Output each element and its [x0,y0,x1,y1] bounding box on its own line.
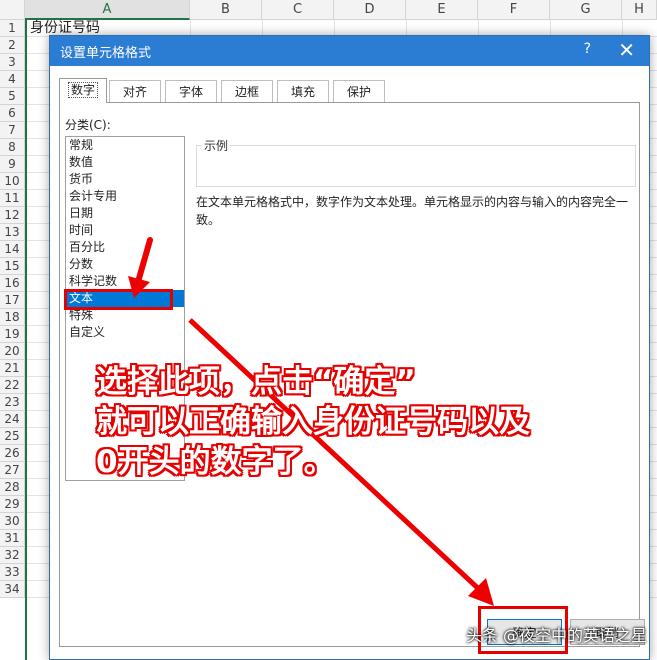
annotation-text: 选择此项，点击“确定” 就可以正确输入身份证号码以及 0开头的数字了。 [96,362,606,482]
annotation-line-3: 0开头的数字了。 [96,444,335,480]
arrow-to-text-category [128,237,153,298]
annotation-line-1: 选择此项，点击“确定” [96,364,416,400]
watermark: 头条 @夜空中的英语之星 [465,626,647,645]
annotation-line-2: 就可以正确输入身份证号码以及 [96,404,530,440]
tab-number[interactable]: 数字 [59,78,107,103]
